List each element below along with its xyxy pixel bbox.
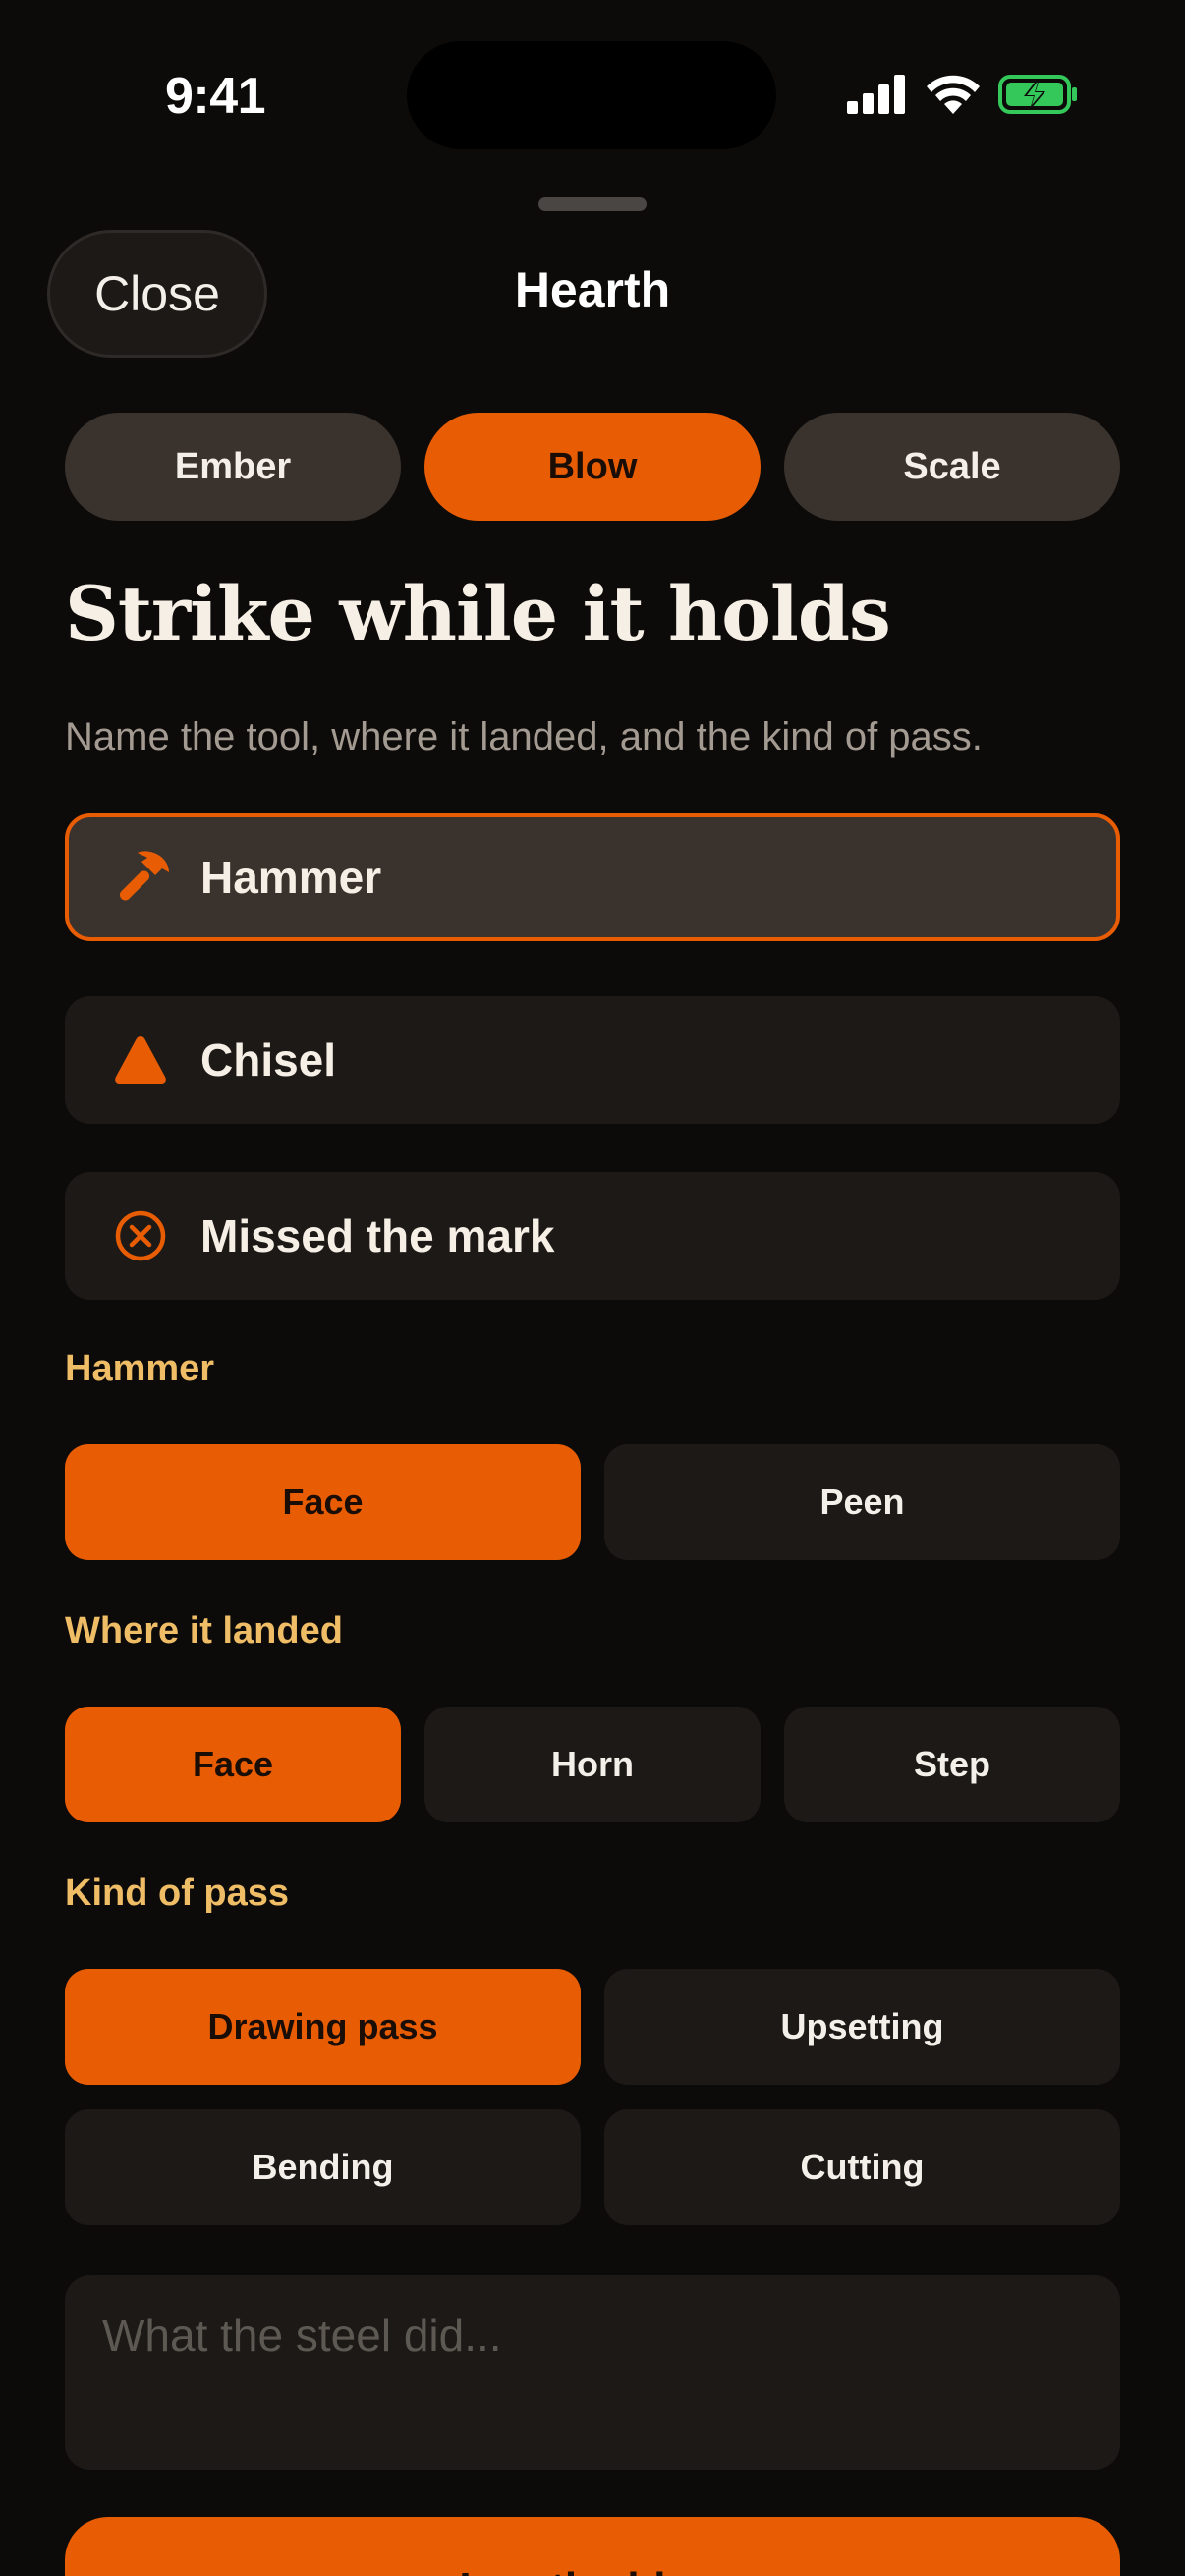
pass-option-cutting[interactable]: Cutting [604,2109,1120,2225]
sheet-grabber[interactable] [538,197,647,211]
section-label-landed: Where it landed [65,1610,343,1652]
page-title: Strike while it holds [65,570,891,657]
pass-option-drawing[interactable]: Drawing pass [65,1969,581,2085]
tool-option-hammer[interactable]: Hammer [65,813,1120,941]
tab-ember[interactable]: Ember [65,413,401,521]
triangle-icon [108,1028,173,1092]
battery-charging-icon [998,75,1079,119]
hammer-option-face[interactable]: Face [65,1444,581,1560]
x-circle-icon [108,1204,173,1268]
tab-bar: Ember Blow Scale [65,413,1120,521]
status-icons [847,75,1079,119]
status-time: 9:41 [165,68,266,125]
hammer-icon [108,845,173,910]
cellular-signal-icon [847,75,908,119]
hammer-option-peen[interactable]: Peen [604,1444,1120,1560]
wifi-icon [926,75,981,119]
tool-option-label: Chisel [200,1035,337,1086]
tool-option-label: Hammer [200,852,382,903]
tool-option-missed[interactable]: Missed the mark [65,1172,1120,1300]
landed-option-horn[interactable]: Horn [424,1707,761,1822]
tool-option-label: Missed the mark [200,1210,555,1261]
log-blow-button[interactable]: Log the blow [65,2517,1120,2576]
landed-option-step[interactable]: Step [784,1707,1120,1822]
landed-option-face[interactable]: Face [65,1707,401,1822]
status-bar: 9:41 [0,0,1185,187]
tool-option-chisel[interactable]: Chisel [65,996,1120,1124]
log-blow-button-label: Log the blow [459,2564,725,2576]
notes-input[interactable] [65,2275,1120,2470]
tab-blow[interactable]: Blow [424,413,761,521]
pass-option-upsetting[interactable]: Upsetting [604,1969,1120,2085]
section-label-hammer: Hammer [65,1348,215,1389]
sheet-title: Hearth [514,262,671,317]
tab-scale[interactable]: Scale [784,413,1120,521]
pass-option-bending[interactable]: Bending [65,2109,581,2225]
dynamic-island [407,41,776,149]
page-subtitle: Name the tool, where it landed, and the … [65,715,983,758]
section-label-pass: Kind of pass [65,1873,290,1914]
